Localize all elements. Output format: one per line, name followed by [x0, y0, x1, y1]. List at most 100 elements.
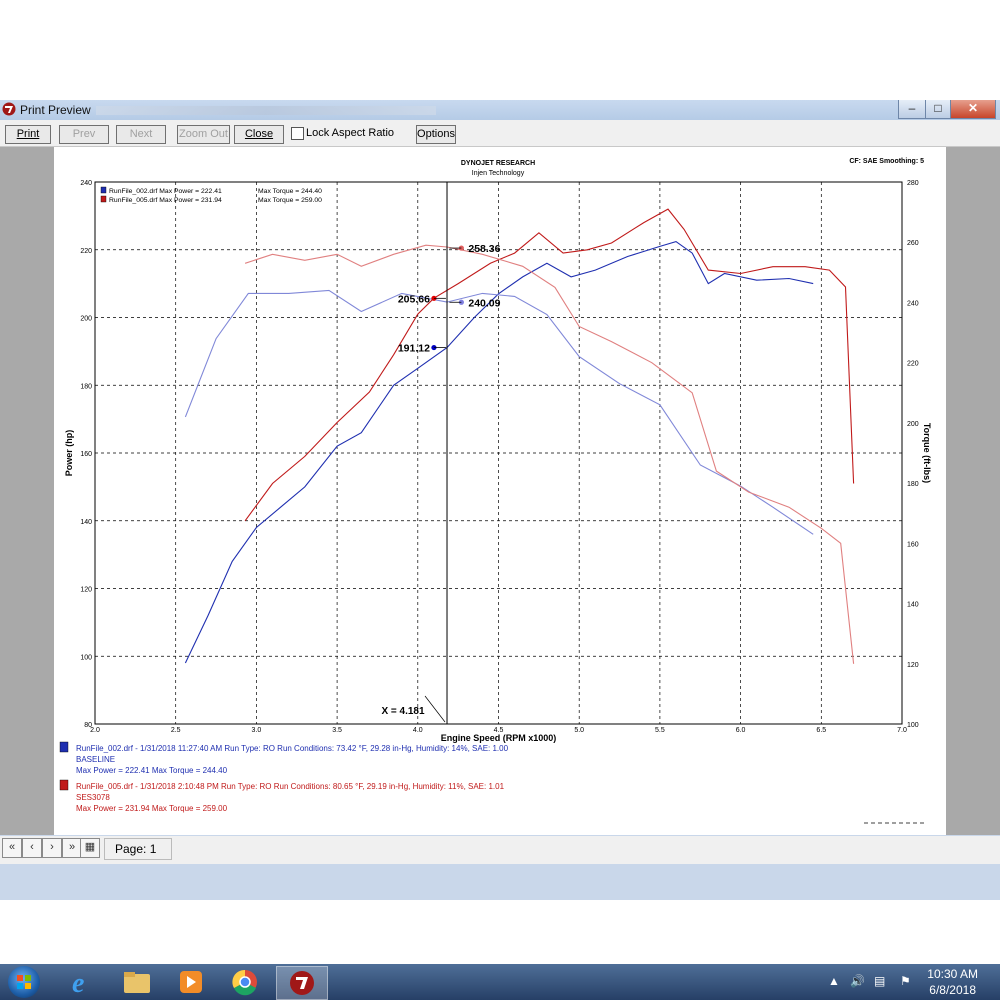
y2-tick-label: 100 [907, 722, 919, 729]
run-swatch [59, 779, 69, 791]
preview-page: DYNOJET RESEARCH Injen Technology CF: SAE … [54, 147, 946, 835]
show-hidden-icons-icon[interactable]: ▲ [828, 974, 840, 988]
y2-tick-label: 180 [907, 481, 919, 488]
y2-tick-label: 240 [907, 300, 919, 307]
y2-tick-label: 220 [907, 361, 919, 368]
first-page-button[interactable]: « [2, 838, 22, 858]
lock-aspect-label: Lock Aspect Ratio [306, 127, 395, 139]
file-explorer-icon[interactable] [112, 966, 162, 998]
dynojet-app-icon [2, 102, 16, 116]
run-info-line: RunFile_002.drf - 1/31/2018 11:27:40 AM … [76, 744, 509, 753]
x-tick-label: 3.0 [252, 727, 262, 734]
next-page-button[interactable]: › [42, 838, 62, 858]
x-tick-label: 7.0 [897, 727, 907, 734]
cursor-label: X = 4.181 [381, 706, 425, 717]
taskbar: e ▲ 🔊 ▤ ⚑ 10:30 AM 6/8/2018 [0, 964, 1000, 1000]
y-tick-label: 100 [80, 654, 92, 661]
series-line-torque [184, 289, 814, 535]
x-tick-label: 6.0 [736, 727, 746, 734]
windows-logo-icon [17, 975, 31, 989]
y-axis-label: Power (hp) [64, 430, 74, 477]
x-tick-label: 3.5 [332, 727, 342, 734]
y-tick-label: 120 [80, 587, 92, 594]
x-tick-label: 6.5 [816, 727, 826, 734]
clock-date: 6/8/2018 [929, 983, 976, 997]
y-tick-label: 180 [80, 383, 92, 390]
y2-tick-label: 120 [907, 662, 919, 669]
page-indicator: Page: 1 [115, 842, 157, 856]
legend-swatch [100, 186, 107, 194]
media-player-icon[interactable] [166, 966, 216, 998]
x-tick-label: 5.5 [655, 727, 665, 734]
system-clock[interactable]: 10:30 AM 6/8/2018 [927, 966, 978, 998]
prev-button[interactable]: Prev [59, 125, 109, 144]
y2-tick-label: 260 [907, 240, 919, 247]
zoom-out-button[interactable]: Zoom Out [177, 125, 230, 144]
y2-tick-label: 280 [907, 180, 919, 187]
annotation-label: 258.36 [468, 243, 500, 255]
toolbar: Print Prev Next Zoom Out Close Lock Aspe… [0, 120, 1000, 147]
legend-file: RunFile_002.drf Max Power = 222.41 [109, 188, 222, 195]
run-name: BASELINE [76, 755, 115, 764]
maximize-button[interactable]: □ [925, 100, 951, 119]
y2-tick-label: 160 [907, 541, 919, 548]
y2-axis-label: Torque (ft-lbs) [922, 423, 932, 483]
close-window-button[interactable]: ✕ [950, 100, 996, 119]
y2-tick-label: 140 [907, 602, 919, 609]
action-center-icon[interactable]: ⚑ [900, 974, 911, 988]
volume-icon[interactable]: 🔊 [850, 974, 865, 988]
series-line-power [244, 208, 855, 522]
window-title: Print Preview [20, 103, 91, 117]
clock-time: 10:30 AM [927, 967, 978, 981]
run-name: SES3078 [76, 793, 110, 802]
internet-explorer-icon[interactable]: e [58, 966, 108, 999]
status-bar: « ‹ › » ▦ Page: 1 [0, 836, 1000, 864]
annotation-label: 205.66 [398, 293, 430, 305]
legend-file: RunFile_005.drf Max Power = 231.94 [109, 197, 222, 204]
legend-swatch [100, 195, 107, 203]
print-page-icon[interactable]: ▦ [80, 838, 100, 858]
x-axis-label: Engine Speed (RPM x1000) [441, 733, 557, 743]
print-preview-window: Print Preview – □ ✕ Print Prev Next Zoom… [0, 100, 1000, 1000]
dynojet-taskbar-icon[interactable] [276, 966, 328, 1000]
svg-text:e: e [72, 968, 84, 998]
dyno-chart: DYNOJET RESEARCH Injen Technology CF: SAE … [59, 158, 932, 824]
network-icon[interactable]: ▤ [874, 974, 885, 988]
chart-header-title: DYNOJET RESEARCH [461, 160, 535, 167]
annotation-label: 191.12 [398, 343, 430, 355]
title-blurred-text [96, 106, 436, 115]
lock-aspect-checkbox[interactable] [291, 127, 304, 140]
run-max-values: Max Power = 222.41 Max Torque = 244.40 [76, 766, 228, 775]
last-page-button[interactable]: » [62, 838, 82, 858]
chart-cf-smoothing: CF: SAE Smoothing: 5 [849, 158, 924, 165]
start-button[interactable] [8, 966, 40, 998]
print-button[interactable]: Print [5, 125, 51, 144]
close-button[interactable]: Close [234, 125, 284, 144]
cursor-pointer [424, 695, 446, 723]
y-tick-label: 140 [80, 519, 92, 526]
next-button[interactable]: Next [116, 125, 166, 144]
legend-torque: Max Torque = 259.00 [258, 197, 322, 204]
options-button[interactable]: Options [416, 125, 456, 144]
legend-torque: Max Torque = 244.40 [258, 188, 322, 195]
x-tick-label: 2.5 [171, 727, 181, 734]
y2-tick-label: 200 [907, 421, 919, 428]
run-swatch [59, 741, 69, 753]
title-bar: Print Preview – □ ✕ [0, 100, 1000, 120]
chart-header-subtitle: Injen Technology [472, 170, 525, 177]
annotation-label: 240.09 [468, 297, 500, 309]
series-line-torque [244, 244, 855, 664]
y-tick-label: 200 [80, 316, 92, 323]
run-max-values: Max Power = 231.94 Max Torque = 259.00 [76, 804, 228, 813]
y-tick-label: 80 [84, 722, 92, 729]
chrome-icon[interactable] [220, 966, 270, 998]
y-tick-label: 160 [80, 451, 92, 458]
y-tick-label: 220 [80, 248, 92, 255]
x-tick-label: 4.0 [413, 727, 423, 734]
prev-page-button[interactable]: ‹ [22, 838, 42, 858]
preview-canvas[interactable]: DYNOJET RESEARCH Injen Technology CF: SAE … [0, 147, 1000, 835]
run-info-line: RunFile_005.drf - 1/31/2018 2:10:48 PM R… [76, 782, 505, 791]
y-tick-label: 240 [80, 180, 92, 187]
minimize-button[interactable]: – [898, 100, 926, 119]
x-tick-label: 5.0 [574, 727, 584, 734]
